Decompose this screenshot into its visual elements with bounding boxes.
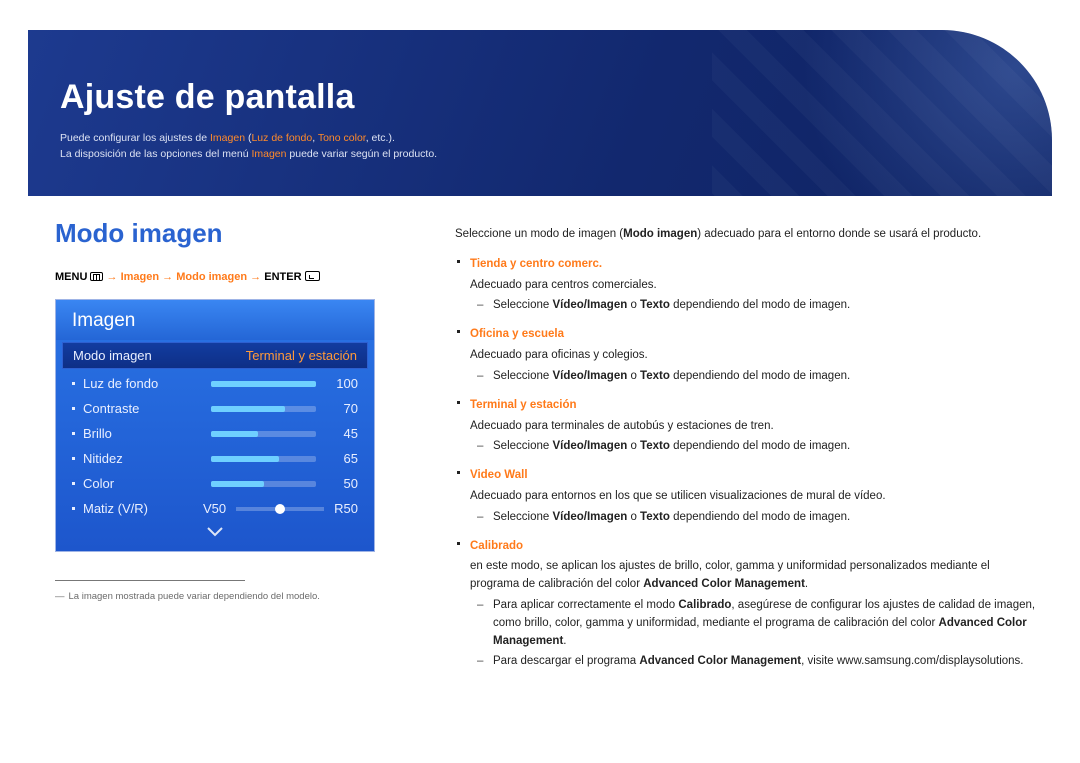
slider-value: 50 (328, 476, 358, 491)
bullet-icon (457, 401, 460, 404)
slider-value: 100 (328, 376, 358, 391)
mode-block: Video WallAdecuado para entornos en los … (455, 467, 1040, 526)
osd-scroll-down[interactable] (56, 521, 374, 551)
left-column: Modo imagen MENU → Imagen → Modo imagen … (55, 218, 385, 682)
mode-block: Terminal y estaciónAdecuado para termina… (455, 397, 1040, 456)
slider[interactable] (211, 456, 316, 462)
section-title: Modo imagen (55, 218, 385, 249)
osd-slider-row[interactable]: Color50 (56, 471, 374, 496)
chevron-down-icon (206, 526, 224, 538)
enter-icon (305, 271, 320, 281)
osd-header: Imagen (56, 300, 374, 340)
slider-value: 70 (328, 401, 358, 416)
right-column: Seleccione un modo de imagen (Modo image… (385, 218, 1040, 682)
mode-block: Tienda y centro comerc.Adecuado para cen… (455, 256, 1040, 315)
osd-panel: Imagen Modo imagen Terminal y estación L… (55, 299, 375, 552)
slider[interactable] (211, 406, 316, 412)
banner: Ajuste de pantalla Puede configurar los … (28, 30, 1052, 196)
banner-line2: La disposición de las opciones del menú … (60, 147, 1020, 163)
mode-calibrado: Calibrado en este modo, se aplican los a… (455, 538, 1040, 672)
mode-block: Oficina y escuelaAdecuado para oficinas … (455, 326, 1040, 385)
osd-highlight-row[interactable]: Modo imagen Terminal y estación (62, 342, 368, 369)
osd-slider-row[interactable]: Nitidez65 (56, 446, 374, 471)
osd-matiz-row[interactable]: Matiz (V/R) V50 R50 (56, 496, 374, 521)
slider[interactable] (211, 381, 316, 387)
slider[interactable] (211, 431, 316, 437)
intro-text: Seleccione un modo de imagen (Modo image… (455, 226, 1040, 244)
osd-slider-row[interactable]: Contraste70 (56, 396, 374, 421)
slider[interactable] (211, 481, 316, 487)
divider (55, 580, 245, 581)
osd-highlight-value: Terminal y estación (246, 348, 357, 363)
modes-list: Tienda y centro comerc.Adecuado para cen… (455, 256, 1040, 527)
osd-rows: Luz de fondo100Contraste70Brillo45Nitide… (56, 371, 374, 496)
osd-highlight-label: Modo imagen (73, 348, 246, 363)
bullet-icon (457, 260, 460, 263)
bullet-icon (457, 330, 460, 333)
page-title: Ajuste de pantalla (60, 78, 1020, 117)
menu-icon (90, 272, 103, 281)
osd-slider-row[interactable]: Luz de fondo100 (56, 371, 374, 396)
banner-line1: Puede configurar los ajustes de Imagen (… (60, 131, 1020, 147)
content: Modo imagen MENU → Imagen → Modo imagen … (55, 218, 1040, 682)
matiz-slider[interactable] (236, 507, 324, 511)
slider-value: 45 (328, 426, 358, 441)
page: Ajuste de pantalla Puede configurar los … (0, 0, 1080, 763)
bullet-icon (457, 542, 460, 545)
menu-path: MENU → Imagen → Modo imagen → ENTER (55, 271, 385, 283)
footnote: ―La imagen mostrada puede variar dependi… (55, 591, 385, 602)
osd-slider-row[interactable]: Brillo45 (56, 421, 374, 446)
slider-value: 65 (328, 451, 358, 466)
bullet-icon (457, 471, 460, 474)
